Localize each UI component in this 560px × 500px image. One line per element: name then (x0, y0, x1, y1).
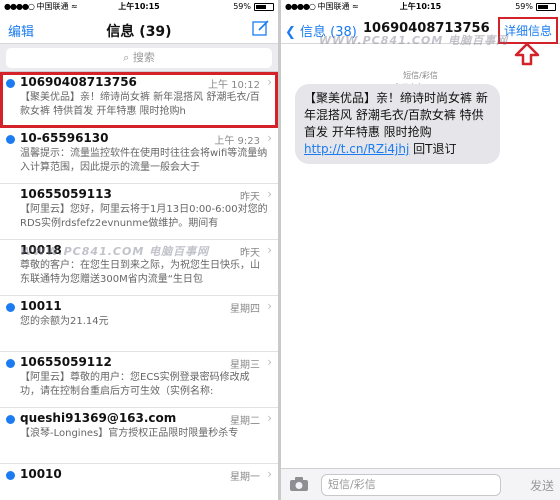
message-preview: 【阿里云】您好，阿里云将于1月13日0:00-6:00对您的RDS实例rdsfe… (20, 204, 268, 229)
status-bar: ●●●●○ 中国联通 ≈ 上午10:15 59% (0, 0, 278, 14)
message-sender: 10690408713756 (20, 75, 137, 89)
message-list: 10690408713756 上午 10:12 › 【聚美优品】亲！缔诗尚女裤 新年混… (0, 72, 278, 500)
message-sender: 10010 (20, 467, 62, 481)
message-link[interactable]: http://t.cn/RZi4jhj (304, 142, 409, 156)
unread-dot-icon (6, 135, 15, 144)
unread-dot-icon (6, 303, 15, 312)
message-preview (20, 483, 268, 500)
battery-percent: 59% (233, 2, 251, 11)
message-date: 昨天 (240, 192, 260, 203)
message-date: 星期一 (230, 472, 260, 483)
message-sender: 10011 (20, 299, 62, 313)
compose-bar: 短信/彩信 发送 (281, 468, 560, 500)
message-input[interactable]: 短信/彩信 (321, 474, 501, 496)
arrow-up-icon (514, 42, 540, 70)
message-preview: 尊敬的客户：在您生日到来之际，为祝您生日快乐，山东联通特为您赠送300M省内流量… (20, 260, 260, 285)
camera-icon[interactable] (289, 476, 309, 496)
list-item[interactable]: 10011 星期四 › 您的余额为21.14元 (0, 296, 278, 352)
battery-indicator: 59% (233, 0, 274, 14)
message-date: 星期二 (230, 416, 260, 427)
compose-icon[interactable] (252, 19, 270, 41)
status-bar: ●●●●○ 中国联通 ≈ 上午10:15 59% (281, 0, 560, 14)
message-sender: queshi91369@163.com (20, 411, 177, 425)
chevron-right-icon: › (267, 467, 272, 481)
chevron-right-icon: › (267, 411, 272, 425)
message-preview: 温馨提示：流量监控软件在使用时往往会将wifi等流量纳入计算范围，因此提示的流量… (20, 148, 268, 173)
message-date: 星期四 (230, 304, 260, 315)
search-icon: ⌕ (123, 51, 130, 64)
battery-icon (254, 3, 274, 11)
chevron-right-icon: › (267, 243, 272, 257)
message-preview: 【浪琴-Longines】官方授权正品限时限量秒杀专 (20, 428, 239, 439)
list-item[interactable]: 10655059112 星期三 › 【阿里云】尊敬的用户：您ECS实例登录密码修改成功… (0, 352, 278, 408)
watermark: WWW.PC841.COM 电脑百事网 (319, 34, 509, 47)
messages-list-screen: ●●●●○ 中国联通 ≈ 上午10:15 59% 编辑 信息 (39) ⌕ 搜索… (0, 0, 278, 500)
list-item[interactable]: queshi91369@163.com 星期二 › 【浪琴-Longines】官方授权… (0, 408, 278, 464)
search-placeholder: 搜索 (132, 51, 155, 64)
chevron-right-icon: › (267, 75, 272, 89)
search-bar: ⌕ 搜索 (0, 44, 278, 72)
unread-dot-icon (6, 359, 15, 368)
message-date: 上午 10:12 (208, 80, 260, 91)
page-title: 信息 (39) (106, 24, 172, 40)
message-type-label: 短信/彩信 (403, 71, 438, 80)
message-sender: 10-65596130 (20, 131, 109, 145)
message-preview: 【聚美优品】亲！缔诗尚女裤 新年混搭风 舒潮毛衣/百款女裤 特供首发 开年特惠 … (20, 92, 260, 117)
message-text: 【聚美优品】亲！缔诗时尚女裤 新年混搭风 舒潮毛衣/百款女裤 特供首发 开年特惠… (304, 91, 488, 139)
list-item[interactable]: 10-65596130 上午 9:23 › 温馨提示：流量监控软件在使用时往往会将wi… (0, 128, 278, 184)
chevron-right-icon: › (267, 355, 272, 369)
chevron-right-icon: › (267, 131, 272, 145)
conversation-screen: ●●●●○ 中国联通 ≈ 上午10:15 59% ❮ 信息 (38) 10690… (281, 0, 560, 500)
battery-indicator: 59% (515, 0, 556, 14)
chevron-left-icon: ❮ (285, 25, 296, 40)
battery-icon (536, 3, 556, 11)
messages-nav-bar: 编辑 信息 (39) (0, 14, 278, 44)
list-item[interactable]: 10010 星期一 › (0, 464, 278, 500)
send-button[interactable]: 发送 (530, 477, 554, 494)
message-sender: 10655059112 (20, 355, 112, 369)
message-date: 昨天 (240, 248, 260, 259)
list-item[interactable]: 10655059113 昨天 › 【阿里云】您好，阿里云将于1月13日0:00-6:0… (0, 184, 278, 240)
message-preview: 【阿里云】尊敬的用户：您ECS实例登录密码修改成功，请在控制台重启后方可生效（实… (20, 372, 250, 397)
unread-dot-icon (6, 471, 15, 480)
message-sender: 10655059113 (20, 187, 112, 201)
unread-dot-icon (6, 415, 15, 424)
message-preview: 您的余额为21.14元 (20, 316, 109, 327)
chevron-right-icon: › (267, 187, 272, 201)
message-date: 星期三 (230, 360, 260, 371)
chevron-right-icon: › (267, 299, 272, 313)
search-input[interactable]: ⌕ 搜索 (6, 48, 272, 68)
message-bubble: 【聚美优品】亲！缔诗时尚女裤 新年混搭风 舒潮毛衣/百款女裤 特供首发 开年特惠… (295, 84, 500, 164)
unread-dot-icon (6, 79, 15, 88)
battery-percent: 59% (515, 2, 533, 11)
watermark: WWW.PC841.COM 电脑百事网 (20, 245, 210, 258)
message-date: 上午 9:23 (214, 136, 260, 147)
list-item[interactable]: 10690408713756 上午 10:12 › 【聚美优品】亲！缔诗尚女裤 新年混… (0, 72, 278, 128)
message-tail-text: 回T退订 (409, 142, 457, 156)
